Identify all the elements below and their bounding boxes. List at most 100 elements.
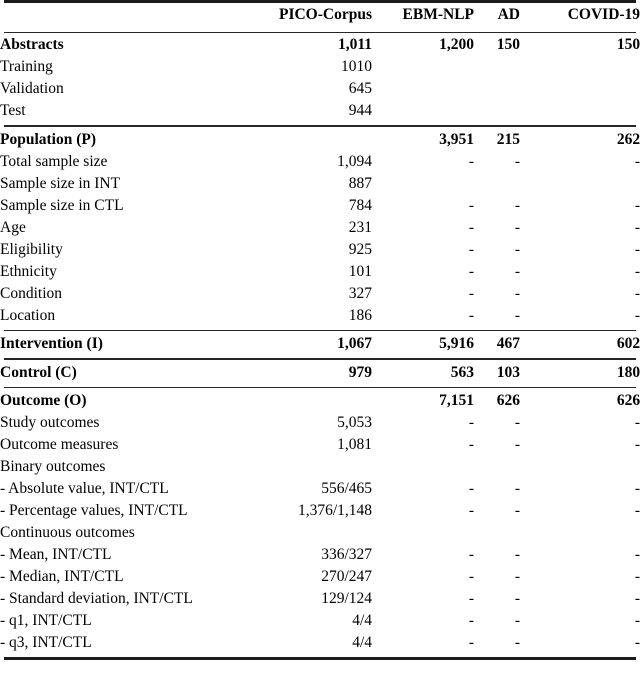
cell-ebm: - bbox=[468, 240, 474, 258]
cell-ad: 150 bbox=[496, 36, 520, 54]
column-header-covid: COVID-19 bbox=[567, 6, 640, 23]
table-row: - Median, INT/CTL 270/247 - - - bbox=[0, 569, 640, 591]
cell-ad: - bbox=[514, 589, 520, 607]
row-label: - q3, INT/CTL bbox=[0, 633, 92, 651]
table-row: Intervention (I) 1,067 5,916 467 602 bbox=[0, 336, 640, 358]
cell-ebm: - bbox=[468, 589, 474, 607]
row-label: Intervention (I) bbox=[0, 335, 103, 353]
table-row: Study outcomes 5,053 - - - bbox=[0, 415, 640, 437]
table-row: - Absolute value, INT/CTL 556/465 - - - bbox=[0, 481, 640, 503]
cell-ad: - bbox=[514, 152, 520, 170]
cell-ad: - bbox=[514, 196, 520, 214]
cell-ebm: - bbox=[468, 567, 474, 585]
table-row: - q1, INT/CTL 4/4 - - - bbox=[0, 613, 640, 635]
cell-pico: 186 bbox=[348, 306, 372, 324]
dataset-statistics-table: PICO-Corpus EBM-NLP AD COVID-19 Abstracts 1,0… bbox=[0, 0, 640, 660]
cell-pico: 4/4 bbox=[352, 633, 372, 651]
cell-ebm: - bbox=[468, 611, 474, 629]
cell-covid: 602 bbox=[616, 335, 640, 353]
cell-covid bbox=[520, 459, 640, 481]
cell-ad: 215 bbox=[496, 130, 520, 148]
table-row: - q3, INT/CTL 4/4 - - - bbox=[0, 635, 640, 657]
cell-ebm: - bbox=[468, 262, 474, 280]
cell-pico: 327 bbox=[348, 284, 372, 302]
table-body: PICO-Corpus EBM-NLP AD COVID-19 Abstracts 1,0… bbox=[0, 0, 640, 660]
cell-ad: - bbox=[514, 611, 520, 629]
cell-covid bbox=[520, 81, 640, 103]
row-label: Location bbox=[0, 306, 56, 324]
cell-pico: 231 bbox=[348, 218, 372, 236]
cell-ad bbox=[474, 81, 520, 103]
table-row: Outcome (O) 7,151 626 626 bbox=[0, 393, 640, 415]
table-row: Validation 645 bbox=[0, 81, 640, 103]
cell-pico: 270/247 bbox=[321, 567, 372, 585]
cell-covid bbox=[520, 59, 640, 81]
row-label: Study outcomes bbox=[0, 413, 100, 431]
cell-covid bbox=[520, 176, 640, 198]
table-row: Eligibility 925 - - - bbox=[0, 242, 640, 264]
cell-pico: 1,094 bbox=[337, 152, 372, 170]
row-label: Population (P) bbox=[0, 130, 97, 148]
row-label: Abstracts bbox=[0, 36, 64, 54]
cell-covid: - bbox=[634, 611, 640, 629]
table-row: Age 231 - - - bbox=[0, 220, 640, 242]
cell-pico: 1,011 bbox=[337, 36, 372, 54]
cell-ad: - bbox=[514, 501, 520, 519]
horizontal-rule bbox=[4, 656, 636, 660]
cell-pico: 4/4 bbox=[352, 611, 372, 629]
cell-ad: 626 bbox=[496, 391, 520, 409]
cell-pico: 129/124 bbox=[321, 589, 372, 607]
cell-ad bbox=[474, 459, 520, 481]
cell-ebm bbox=[372, 103, 474, 125]
cell-pico: 1,067 bbox=[337, 335, 372, 353]
cell-ebm: - bbox=[468, 501, 474, 519]
table-row: Abstracts 1,011 1,200 150 150 bbox=[0, 37, 640, 59]
cell-covid: 180 bbox=[616, 363, 640, 381]
row-label: - Median, INT/CTL bbox=[0, 567, 124, 585]
cell-covid: - bbox=[634, 567, 640, 585]
cell-ad bbox=[474, 176, 520, 198]
table-row: Sample size in CTL 784 - - - bbox=[0, 198, 640, 220]
cell-ebm: 5,916 bbox=[439, 335, 474, 353]
row-label: Outcome (O) bbox=[0, 391, 87, 409]
table-row: Continuous outcomes bbox=[0, 525, 640, 547]
cell-ad bbox=[474, 525, 520, 547]
cell-ebm: 7,151 bbox=[439, 391, 474, 409]
table-row: Location 186 - - - bbox=[0, 308, 640, 330]
cell-covid: - bbox=[634, 284, 640, 302]
table-row: - Percentage values, INT/CTL 1,376/1,148 -… bbox=[0, 503, 640, 525]
cell-covid: - bbox=[634, 196, 640, 214]
table-row: Sample size in INT 887 bbox=[0, 176, 640, 198]
row-label: Binary outcomes bbox=[0, 457, 106, 475]
row-label: Outcome measures bbox=[0, 435, 119, 453]
cell-ebm: 563 bbox=[450, 363, 474, 381]
table-row: Condition 327 - - - bbox=[0, 286, 640, 308]
cell-pico: 887 bbox=[348, 174, 372, 192]
cell-ebm bbox=[372, 459, 474, 481]
cell-ebm: - bbox=[468, 196, 474, 214]
row-label: Control (C) bbox=[0, 363, 77, 381]
row-label: Validation bbox=[0, 80, 64, 98]
cell-ebm: - bbox=[468, 479, 474, 497]
table-header-row: PICO-Corpus EBM-NLP AD COVID-19 bbox=[0, 7, 640, 32]
cell-pico bbox=[248, 393, 372, 415]
cell-ad: - bbox=[514, 567, 520, 585]
row-label: Sample size in CTL bbox=[0, 196, 124, 214]
cell-pico: 944 bbox=[348, 102, 372, 120]
cell-ebm bbox=[372, 176, 474, 198]
table-rule-thick bbox=[0, 656, 640, 660]
row-label: Total sample size bbox=[0, 152, 108, 170]
cell-ebm: 3,951 bbox=[439, 130, 474, 148]
column-header-pico: PICO-Corpus bbox=[278, 6, 372, 23]
cell-pico: 1010 bbox=[341, 58, 372, 76]
cell-pico bbox=[248, 459, 372, 481]
cell-pico bbox=[248, 525, 372, 547]
cell-ad bbox=[474, 59, 520, 81]
row-label: Continuous outcomes bbox=[0, 523, 135, 541]
row-label: - Percentage values, INT/CTL bbox=[0, 501, 188, 519]
cell-ebm: - bbox=[468, 633, 474, 651]
cell-ad: - bbox=[514, 240, 520, 258]
table-row: Ethnicity 101 - - - bbox=[0, 264, 640, 286]
table-row: Test 944 bbox=[0, 103, 640, 125]
row-label: - Absolute value, INT/CTL bbox=[0, 479, 169, 497]
